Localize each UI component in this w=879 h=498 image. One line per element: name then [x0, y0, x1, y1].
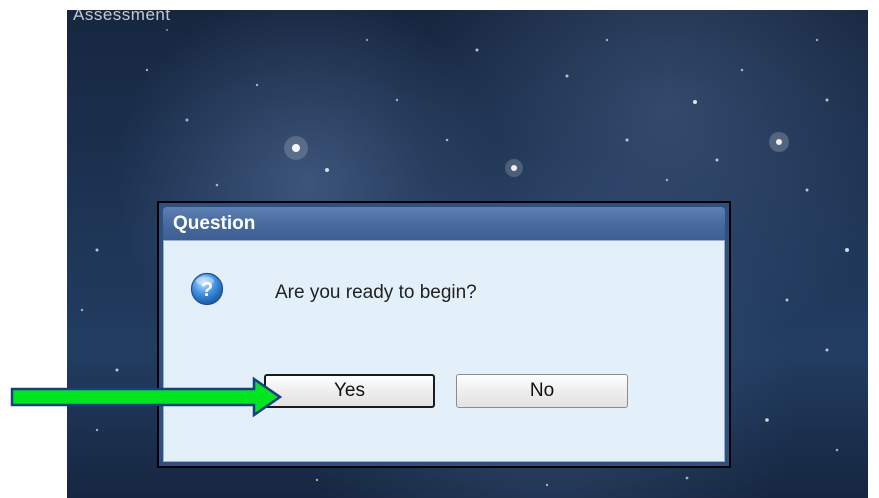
starfield-background: Assessment Question ? Are you ready to b…: [67, 10, 868, 498]
svg-text:?: ?: [201, 279, 213, 301]
no-button[interactable]: No: [456, 374, 628, 408]
question-dialog: Question ? Are you ready to begin? Yes N…: [157, 201, 731, 468]
dialog-body: ? Are you ready to begin? Yes No: [163, 240, 725, 462]
pointer-arrow-icon: [10, 376, 283, 418]
page: Assessment Question ? Are you ready to b…: [0, 0, 879, 498]
dialog-title: Question: [173, 213, 256, 234]
question-icon: ?: [190, 272, 224, 306]
dialog-message: Are you ready to begin?: [275, 282, 477, 303]
dialog-titlebar[interactable]: Question: [163, 207, 725, 240]
